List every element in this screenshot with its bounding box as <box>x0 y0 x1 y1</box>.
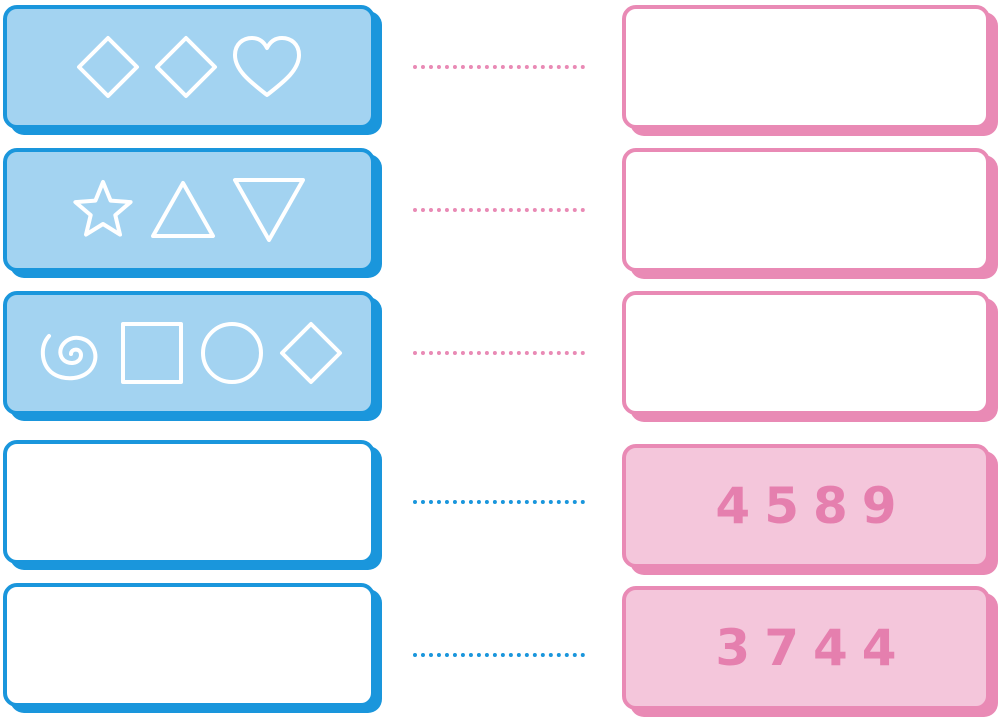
connector-line-5 <box>413 653 585 657</box>
connector-line-3 <box>413 351 585 355</box>
down-triangle-icon <box>233 178 305 242</box>
code-card-1[interactable] <box>622 5 990 129</box>
diamond-icon <box>77 36 139 98</box>
square-icon <box>121 322 183 384</box>
code-card-3[interactable] <box>622 291 990 415</box>
symbol-sequence-1 <box>76 35 302 99</box>
code-card-4: 4589 <box>622 444 990 568</box>
star-icon <box>73 180 133 237</box>
connector-line-1 <box>413 65 585 69</box>
connector-line-4 <box>413 500 585 504</box>
diamond-icon <box>155 36 217 98</box>
spiral-icon <box>40 334 98 381</box>
heart-icon <box>233 36 301 97</box>
code-value-4: 4589 <box>715 477 911 535</box>
triangle-icon <box>151 181 215 238</box>
code-card-5: 3744 <box>622 586 990 710</box>
symbol-card-5[interactable] <box>3 583 375 707</box>
diamond-icon <box>280 322 342 384</box>
code-card-2[interactable] <box>622 148 990 272</box>
symbol-card-3 <box>3 291 375 415</box>
symbol-card-1 <box>3 5 375 129</box>
connector-line-2 <box>413 208 585 212</box>
symbol-sequence-2 <box>71 176 307 244</box>
symbol-sequence-3 <box>35 320 343 386</box>
code-value-5: 3744 <box>715 619 911 677</box>
circle-icon <box>201 322 263 384</box>
symbol-card-4[interactable] <box>3 440 375 564</box>
symbol-card-2 <box>3 148 375 272</box>
